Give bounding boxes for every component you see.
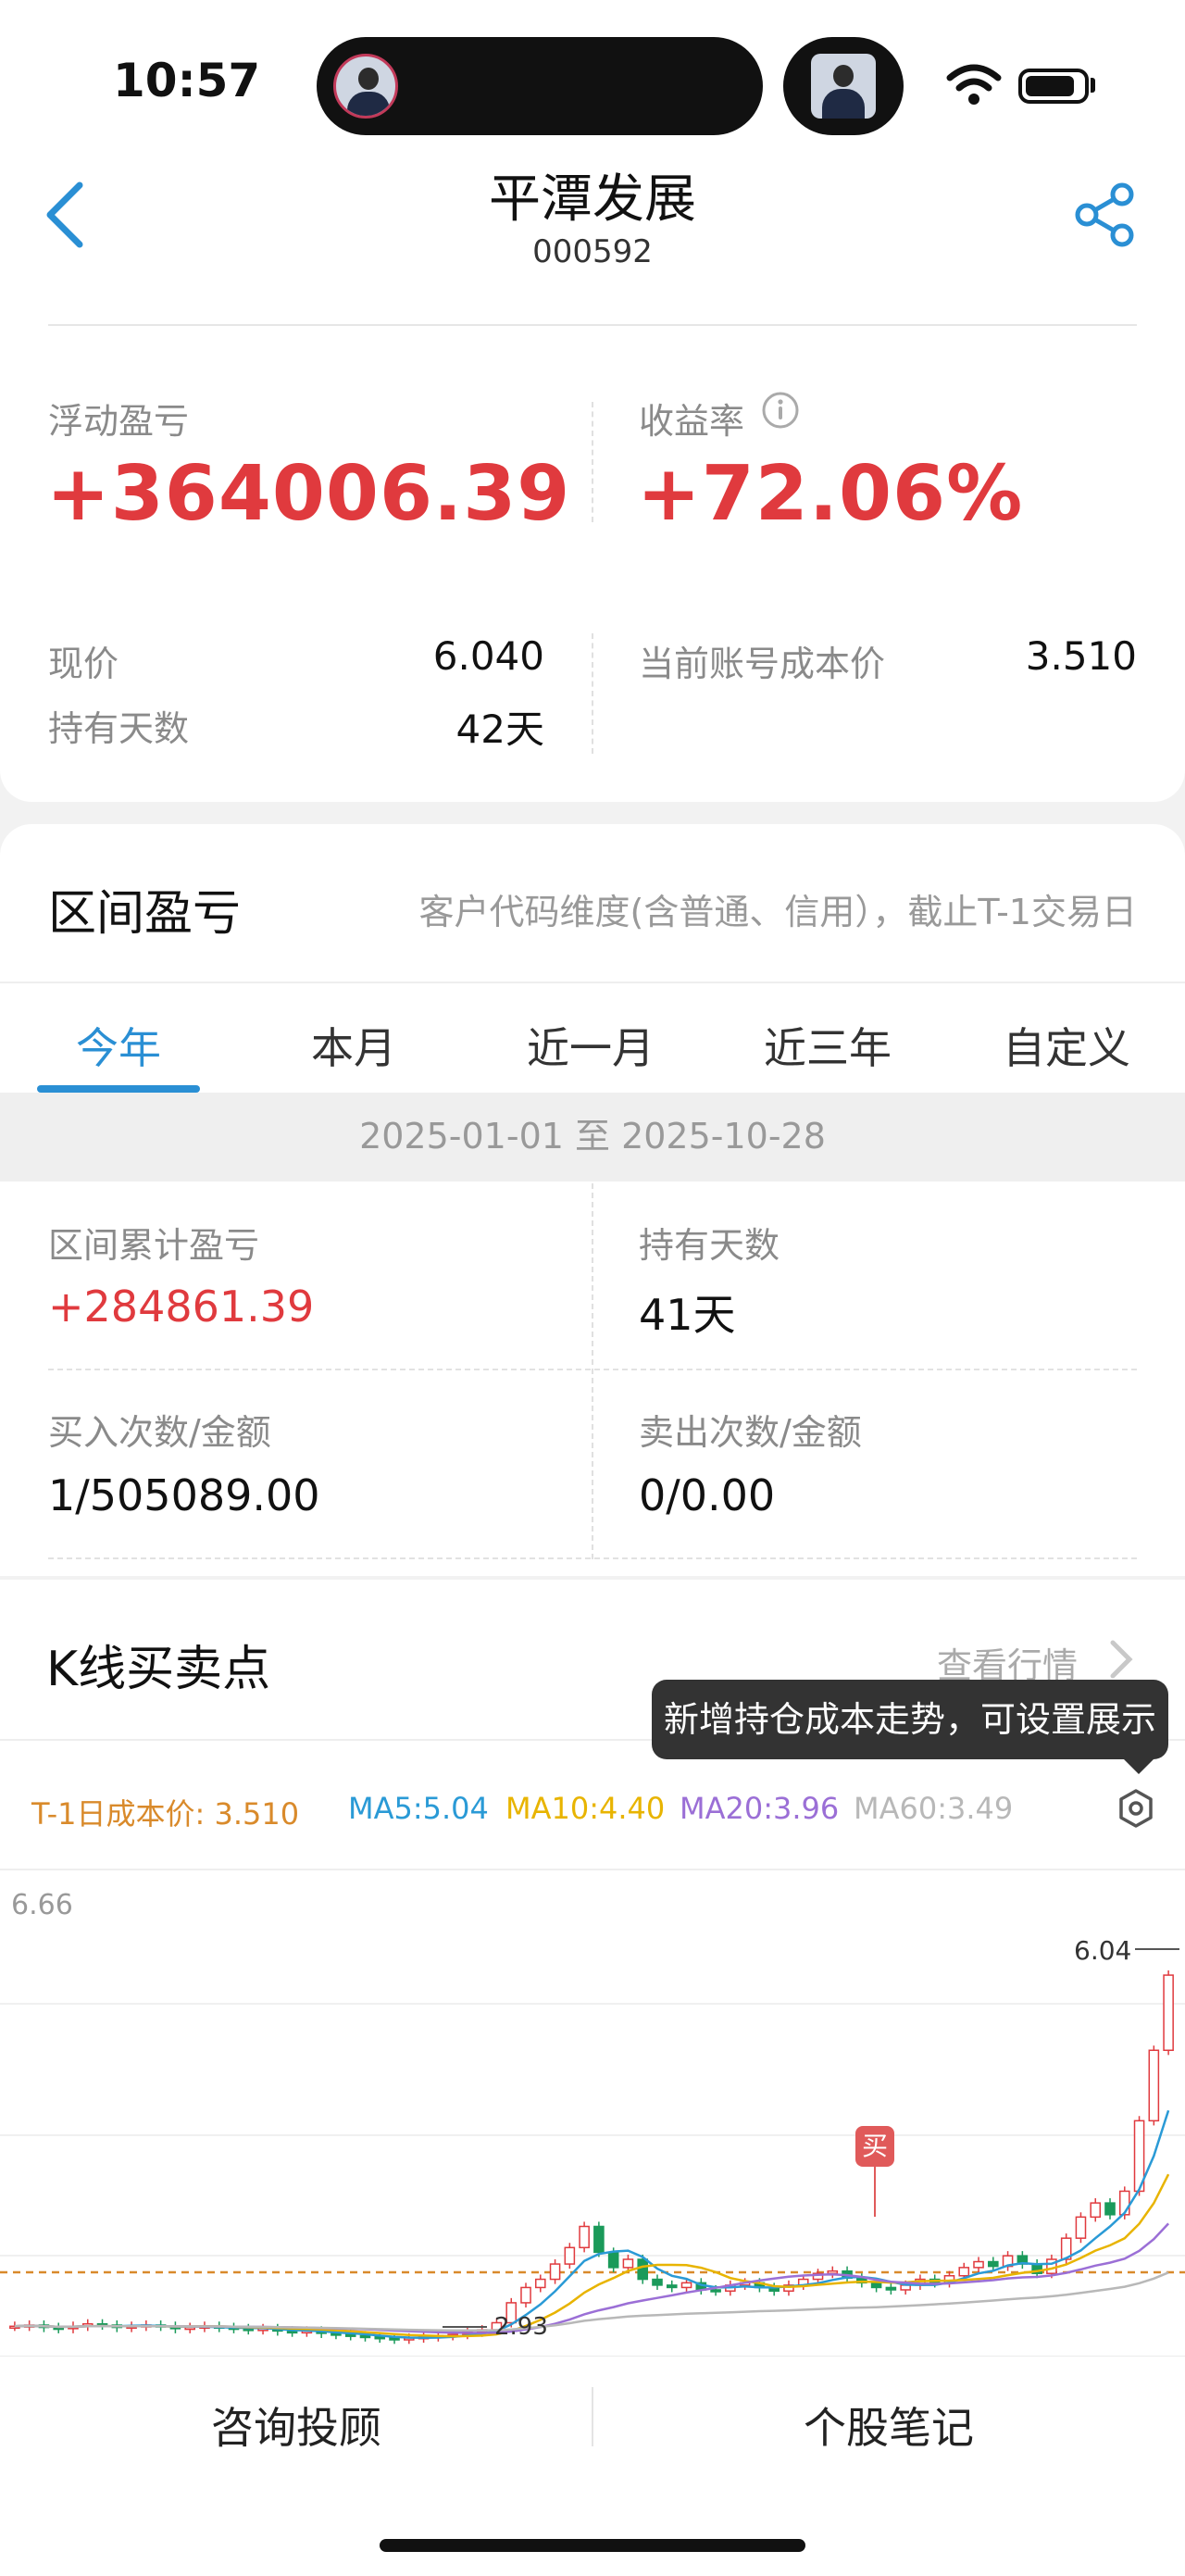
home-indicator [380,2539,805,2552]
cum-pl-value: +284861.39 [48,1282,315,1332]
candle [593,2225,605,2254]
cost-label: 当前账号成本价 [639,644,886,684]
range-grid-divider [48,1557,1137,1559]
wifi-icon [946,64,1002,105]
ma20-legend: MA20:3.96 [680,1791,840,1826]
tab-this-year[interactable]: 今年 [26,1015,211,1076]
price-value: 6.040 [432,633,544,679]
summary-divider [592,633,593,754]
candle [652,2278,663,2286]
float-pl-value: +364006.39 [46,450,571,538]
candle [549,2263,561,2281]
candle [564,2246,576,2265]
header-divider [48,324,1137,326]
ma60-legend: MA60:3.49 [854,1791,1014,1826]
return-label: 收益率 [639,401,745,442]
ma60-line [14,2271,1169,2332]
days-value: 42天 [455,707,544,752]
ma10-legend: MA10:4.40 [505,1791,666,1826]
advisor-button[interactable]: 咨询投顾 [0,2395,592,2456]
date-range: 2025-01-01 至 2025-10-28 [359,1116,826,1157]
summary-divider [592,402,593,522]
ma5-legend: MA5:5.04 [348,1791,489,1826]
candle [1075,2216,1087,2239]
candle [680,2282,692,2289]
chevron-right-icon[interactable] [1107,1639,1135,1680]
tab-custom[interactable]: 自定义 [974,1015,1159,1076]
candle [622,2258,634,2269]
float-pl-label: 浮动盈亏 [48,401,190,442]
candle [520,2286,531,2304]
tab-indicator [37,1085,200,1093]
hold-days-label: 持有天数 [639,1225,780,1266]
buy-label: 买入次数/金额 [48,1412,271,1453]
notes-button[interactable]: 个股笔记 [592,2395,1185,2456]
candle [344,2333,356,2337]
avatar [811,54,876,119]
candle [1104,2202,1116,2216]
battery-icon [1018,69,1089,104]
last-price-line [1135,1948,1179,1950]
feature-tooltip: 新增持仓成本走势，可设置展示 [652,1680,1168,1759]
cost-legend: T-1日成本价: 3.510 [31,1796,300,1832]
last-price-label: 6.04 [1074,1935,1132,1966]
candle [534,2278,546,2289]
tab-last-three-years[interactable]: 近三年 [735,1015,920,1076]
candle [666,2284,678,2289]
sell-label: 卖出次数/金额 [639,1412,862,1453]
tab-this-month[interactable]: 本月 [261,1015,446,1076]
range-title: 区间盈亏 [48,886,242,942]
status-time: 10:57 [113,54,261,107]
buy-value: 1/505089.00 [48,1470,320,1520]
candle [958,2267,970,2277]
avatar [333,54,398,119]
candle [827,2270,839,2274]
candle [374,2335,386,2340]
share-icon[interactable] [1072,181,1139,248]
tooltip-arrow [1124,1759,1154,1774]
return-value: +72.06% [637,450,1024,538]
hold-days-value: 41天 [639,1290,736,1340]
low-line [443,2326,487,2328]
range-subtitle: 客户代码维度(含普通、信用），截止T-1交易日 [418,892,1137,932]
candle [885,2286,897,2291]
y-axis-top-label: 6.66 [11,1889,73,1921]
info-icon[interactable] [761,391,800,430]
low-label: 2.93 [494,2313,548,2341]
candle [1090,2202,1102,2219]
candle [389,2337,400,2341]
candle [1163,1974,1174,2051]
range-grid-divider [592,1183,593,1559]
settings-icon[interactable] [1115,1787,1157,1830]
buy-marker[interactable]: 买 [855,2126,894,2167]
ma5-line [14,2109,1170,2339]
candle [359,2334,371,2339]
page-title: 平潭发展 [489,169,696,230]
kline-chart[interactable] [0,1874,1185,2356]
days-label: 持有天数 [48,708,190,749]
cum-pl-label: 区间累计盈亏 [48,1225,260,1266]
buy-marker-stem [874,2167,876,2217]
candle [973,2260,984,2269]
candle [579,2225,590,2249]
sell-value: 0/0.00 [639,1470,776,1520]
range-grid-divider [48,1369,1137,1370]
legend-divider [0,1869,1185,1870]
candle [607,2251,619,2269]
candle [870,2282,882,2289]
candle [988,2260,999,2268]
tab-last-month[interactable]: 近一月 [498,1015,683,1076]
cost-value: 3.510 [1025,633,1137,679]
price-label: 现价 [48,644,119,684]
candle [1148,2049,1160,2122]
live-activity [783,37,904,135]
battery-tip [1091,78,1095,93]
dynamic-island [317,37,763,135]
stock-code: 000592 [532,233,653,270]
kline-title: K线买卖点 [46,1642,271,1697]
range-divider [0,982,1185,983]
candle [637,2258,649,2281]
candle [710,2289,721,2293]
